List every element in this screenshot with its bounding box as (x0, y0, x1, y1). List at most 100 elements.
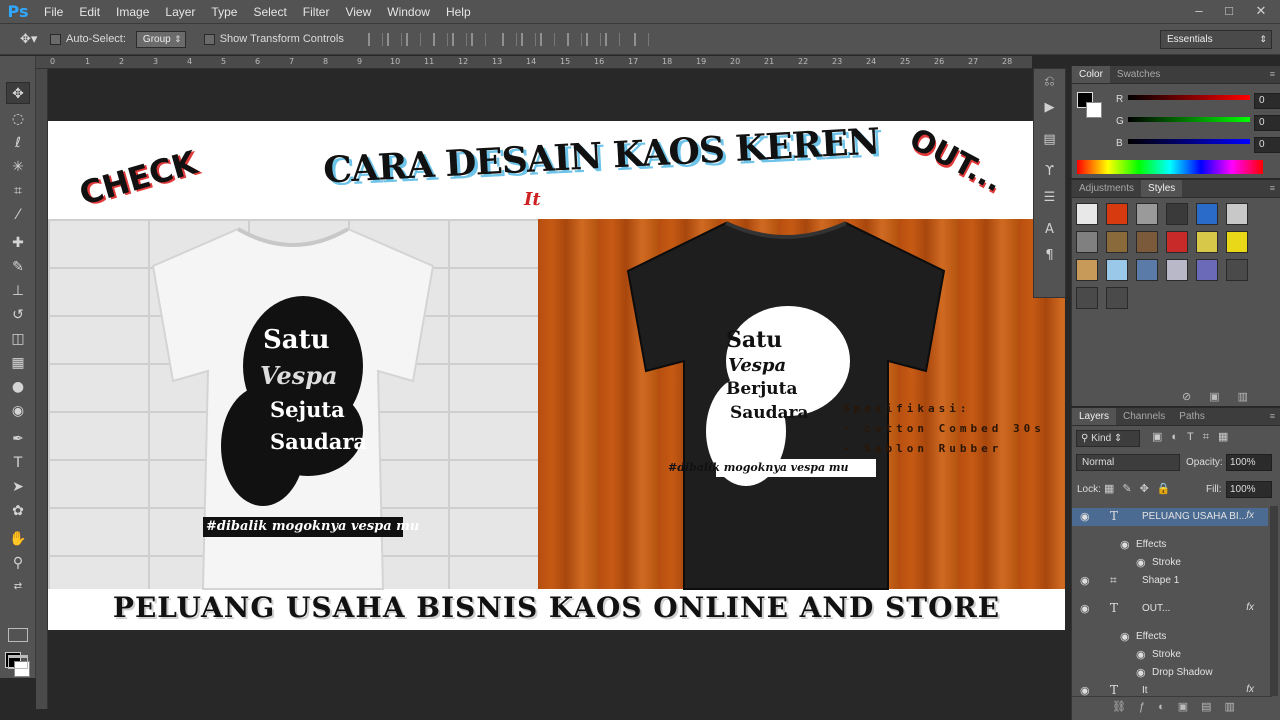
style-preset-swatch[interactable] (1166, 203, 1188, 225)
minimize-button[interactable]: – (1184, 0, 1214, 24)
magic-wand-tool-icon[interactable]: ✳ (6, 156, 30, 178)
align-right-icon[interactable] (470, 32, 486, 46)
layers-footer-icons[interactable]: ⛓ƒ◐▣▤▥🗑 (1072, 696, 1272, 718)
layer-effect-row[interactable]: ◉ Effects (1072, 536, 1268, 554)
style-preset-swatch[interactable] (1106, 203, 1128, 225)
distribute-right-icon[interactable] (604, 32, 620, 46)
auto-select-dropdown[interactable]: Group (135, 30, 186, 48)
tab-swatches[interactable]: Swatches (1110, 66, 1167, 83)
distribute-left-icon[interactable] (566, 32, 582, 46)
move-tool-preset-icon[interactable]: ✥▾ (20, 31, 50, 47)
style-preset-swatch[interactable] (1196, 259, 1218, 281)
style-preset-swatch[interactable] (1166, 231, 1188, 253)
swap-colors-icon[interactable]: ⇄ (6, 576, 30, 598)
style-preset-swatch[interactable] (1076, 203, 1098, 225)
blue-value-field[interactable]: 0 (1254, 137, 1280, 153)
layer-row[interactable]: ◉ ⌗ Shape 1 (1072, 572, 1268, 590)
visibility-eye-icon[interactable]: ◉ (1136, 556, 1146, 569)
align-bottom-icon[interactable] (405, 32, 421, 46)
layer-fx-icon[interactable]: fx (1246, 602, 1254, 613)
hand-tool-icon[interactable]: ✋ (6, 528, 30, 550)
menu-select[interactable]: Select (245, 0, 294, 24)
style-preset-swatch[interactable] (1226, 203, 1248, 225)
color-spectrum-bar[interactable] (1077, 160, 1263, 174)
style-preset-swatch[interactable] (1076, 259, 1098, 281)
align-hcenter-icon[interactable] (451, 32, 467, 46)
panel-menu-icon[interactable]: ≡ (1270, 183, 1275, 193)
style-preset-swatch[interactable] (1136, 231, 1158, 253)
eyedropper-tool-icon[interactable]: ⁄ (6, 204, 30, 226)
red-slider[interactable] (1128, 95, 1250, 100)
history-panel-icon[interactable]: ⎌ (1034, 69, 1065, 95)
screen-mode-icon[interactable] (8, 655, 28, 669)
style-preset-swatch[interactable] (1226, 259, 1248, 281)
style-preset-swatch[interactable] (1106, 231, 1128, 253)
lasso-tool-icon[interactable]: ℓ (6, 132, 30, 154)
layer-effect-row[interactable]: ◉ Effects (1072, 628, 1268, 646)
tab-channels[interactable]: Channels (1116, 408, 1172, 425)
dodge-tool-icon[interactable]: ◉ (6, 400, 30, 422)
healing-brush-tool-icon[interactable]: ✚ (6, 232, 30, 254)
blur-tool-icon[interactable]: ● (6, 376, 30, 398)
tab-paths[interactable]: Paths (1172, 408, 1212, 425)
layer-filter-kind-dropdown[interactable]: ⚲ Kind ⇕ (1076, 430, 1140, 447)
auto-align-icon[interactable] (633, 32, 649, 46)
brush-panel-icon[interactable]: ϒ (1034, 159, 1065, 185)
pen-tool-icon[interactable]: ✒ (6, 428, 30, 450)
quick-mask-icon[interactable] (8, 628, 28, 642)
layer-effect-row[interactable]: ◉ Stroke (1072, 554, 1268, 572)
tab-color[interactable]: Color (1072, 66, 1110, 83)
style-preset-swatch[interactable] (1136, 203, 1158, 225)
show-transform-checkbox[interactable] (203, 33, 215, 45)
maximize-button[interactable]: □ (1214, 0, 1244, 24)
tab-adjustments[interactable]: Adjustments (1072, 180, 1141, 197)
layer-filter-icons[interactable]: ▣◐T⌗▦ (1152, 430, 1237, 444)
move-tool-icon[interactable]: ✥ (6, 82, 30, 104)
opacity-field[interactable]: 100% (1226, 454, 1272, 471)
brush-presets-panel-icon[interactable]: ☰ (1034, 185, 1065, 211)
blend-mode-dropdown[interactable]: Normal (1076, 454, 1180, 471)
style-preset-swatch[interactable] (1166, 259, 1188, 281)
align-left-icon[interactable] (432, 32, 448, 46)
distribute-top-icon[interactable] (501, 32, 517, 46)
auto-select-checkbox[interactable] (50, 33, 61, 45)
align-top-icon[interactable] (367, 32, 383, 46)
layer-row[interactable]: ◉ T OUT... fx (1072, 600, 1268, 618)
style-preset-swatch[interactable] (1226, 231, 1248, 253)
layer-row[interactable]: ◉ T It fx (1072, 682, 1268, 696)
visibility-eye-icon[interactable]: ◉ (1080, 574, 1090, 587)
paragraph-panel-icon[interactable]: ¶ (1034, 243, 1065, 269)
menu-type[interactable]: Type (203, 0, 245, 24)
zoom-tool-icon[interactable]: ⚲ (6, 552, 30, 574)
visibility-eye-icon[interactable]: ◉ (1080, 602, 1090, 615)
styles-footer-icons[interactable]: ⊘▣▥ (1182, 390, 1266, 403)
panel-menu-icon[interactable]: ≡ (1270, 69, 1275, 79)
align-vcenter-icon[interactable] (386, 32, 402, 46)
style-preset-swatch[interactable] (1106, 287, 1128, 309)
style-preset-swatch[interactable] (1076, 287, 1098, 309)
menu-help[interactable]: Help (438, 0, 479, 24)
color-panel-bg-swatch[interactable] (1086, 102, 1102, 118)
layer-effect-row[interactable]: ◉ Drop Shadow (1072, 664, 1268, 682)
menu-edit[interactable]: Edit (71, 0, 108, 24)
layer-effect-row[interactable]: ◉ Stroke (1072, 646, 1268, 664)
visibility-eye-icon[interactable]: ◉ (1136, 648, 1146, 661)
layer-row[interactable]: ◉ T PELUANG USAHA BI... fx (1072, 508, 1268, 526)
eraser-tool-icon[interactable]: ◫ (6, 328, 30, 350)
style-preset-swatch[interactable] (1106, 259, 1128, 281)
path-selection-tool-icon[interactable]: ➤ (6, 476, 30, 498)
clone-stamp-tool-icon[interactable]: ⊥ (6, 280, 30, 302)
menu-filter[interactable]: Filter (295, 0, 338, 24)
tab-styles[interactable]: Styles (1141, 180, 1183, 197)
visibility-eye-icon[interactable]: ◉ (1136, 666, 1146, 679)
visibility-eye-icon[interactable]: ◉ (1080, 684, 1090, 696)
document-canvas[interactable]: Satu Vespa Sejuta Saudara #dibalik mogok… (48, 121, 1065, 630)
green-slider[interactable] (1128, 117, 1250, 122)
properties-panel-icon[interactable]: ▤ (1034, 127, 1065, 153)
visibility-eye-icon[interactable]: ◉ (1120, 630, 1130, 643)
type-tool-icon[interactable]: T (6, 452, 30, 474)
style-preset-swatch[interactable] (1196, 231, 1218, 253)
blue-slider[interactable] (1128, 139, 1250, 144)
style-preset-swatch[interactable] (1136, 259, 1158, 281)
distribute-vcenter-icon[interactable] (520, 32, 536, 46)
